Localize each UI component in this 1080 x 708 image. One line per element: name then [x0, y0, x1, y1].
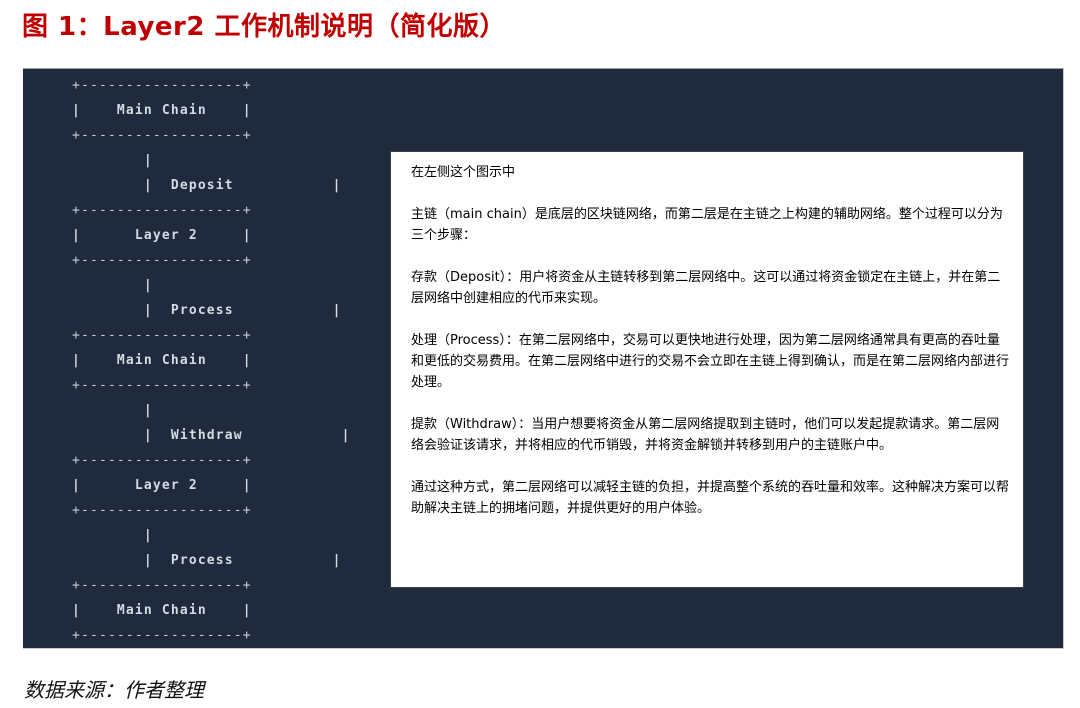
- box-border: +------------------+: [72, 203, 252, 218]
- connector-pipe: |: [72, 278, 153, 293]
- box-border: +------------------+: [72, 378, 252, 393]
- explanation-main-chain: 主链（main chain）是底层的区块链网络，而第二层是在主链之上构建的辅助网…: [411, 207, 1003, 243]
- box-border: +------------------+: [72, 328, 252, 343]
- box-border: +------------------+: [72, 128, 252, 143]
- box-border: +------------------+: [72, 453, 252, 468]
- node-layer-2: | Layer 2 |: [72, 478, 252, 493]
- connector-pipe: |: [72, 153, 153, 168]
- box-border: +------------------+: [72, 628, 252, 643]
- connector-pipe: |: [72, 528, 153, 543]
- node-main-chain: | Main Chain |: [72, 353, 252, 368]
- diagram-panel: +------------------+ | Main Chain | +-----…: [23, 68, 1064, 649]
- figure-source: 数据来源：作者整理: [24, 678, 204, 702]
- edge-deposit: | Deposit |: [72, 178, 342, 193]
- box-border: +------------------+: [72, 253, 252, 268]
- box-border: +------------------+: [72, 578, 252, 593]
- ascii-flow-diagram: +------------------+ | Main Chain | +-----…: [72, 73, 351, 648]
- explanation-summary: 通过这种方式，第二层网络可以减轻主链的负担，并提高整个系统的吞吐量和效率。这种解…: [411, 480, 1010, 516]
- explanation-withdraw: 提款（Withdraw）：当用户想要将资金从第二层网络提取到主链时，他们可以发起…: [411, 417, 1000, 453]
- box-border: +------------------+: [72, 78, 252, 93]
- edge-process: | Process |: [72, 303, 342, 318]
- node-main-chain: | Main Chain |: [72, 603, 252, 618]
- edge-withdraw: | Withdraw |: [72, 428, 351, 443]
- explanation-intro: 在左侧这个图示中: [411, 165, 516, 180]
- connector-pipe: |: [72, 403, 153, 418]
- node-main-chain: | Main Chain |: [72, 103, 252, 118]
- explanation-deposit: 存款（Deposit）：用户将资金从主链转移到第二层网络中。这可以通过将资金锁定…: [411, 270, 1001, 306]
- edge-process: | Process |: [72, 553, 342, 568]
- box-border: +------------------+: [72, 503, 252, 518]
- figure-title: 图 1：Layer2 工作机制说明（简化版）: [22, 12, 507, 42]
- node-layer-2: | Layer 2 |: [72, 228, 252, 243]
- explanation-process: 处理（Process）：在第二层网络中，交易可以更快地进行处理，因为第二层网络通…: [411, 333, 1010, 390]
- explanation-box: 在左侧这个图示中 主链（main chain）是底层的区块链网络，而第二层是在主…: [390, 151, 1024, 588]
